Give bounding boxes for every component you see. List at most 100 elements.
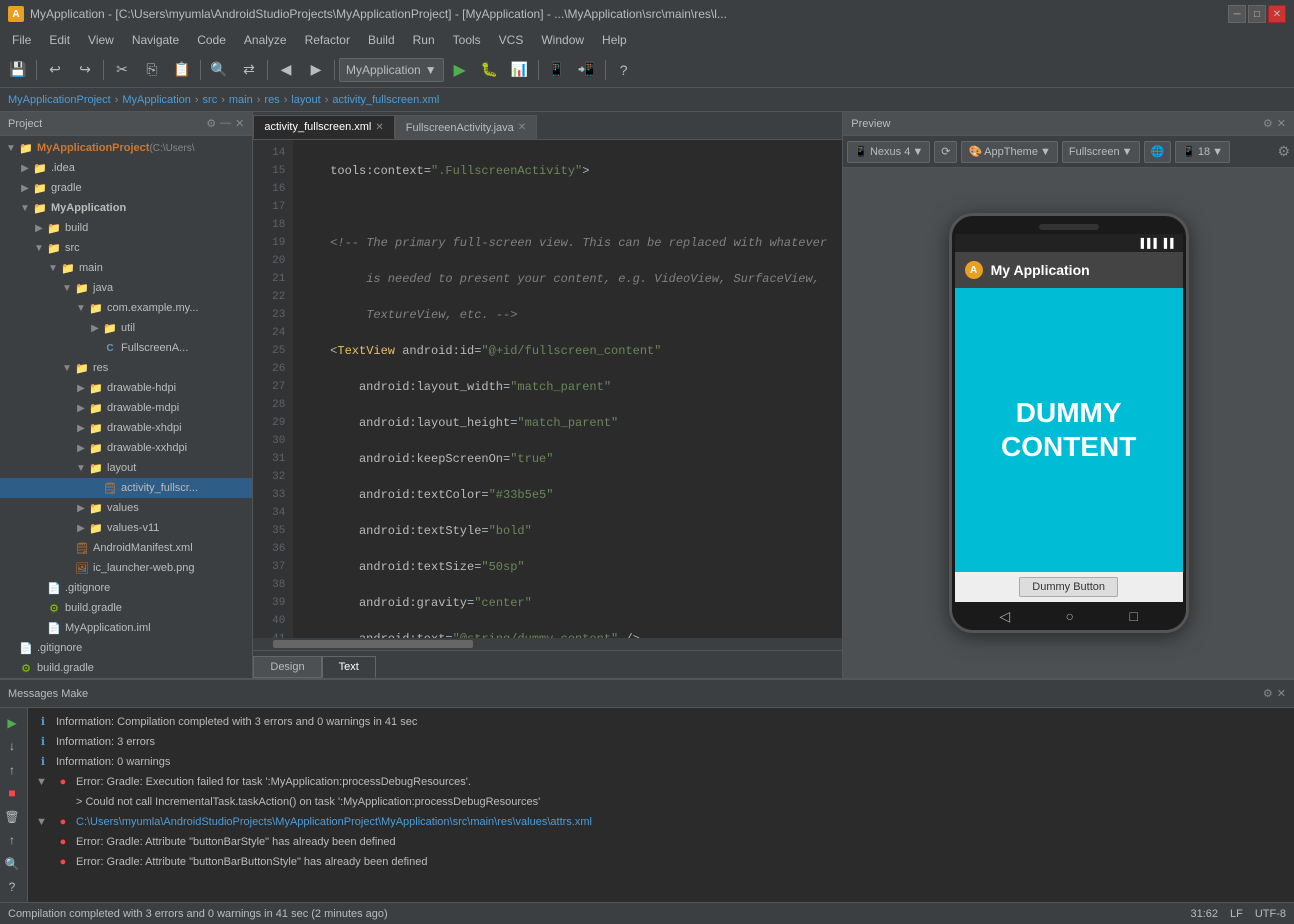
toolbar-undo[interactable]: ↩	[41, 56, 69, 84]
messages-settings-icon[interactable]: ⚙	[1263, 687, 1273, 700]
tree-item-package[interactable]: ▼ 📁 com.example.my...	[0, 298, 252, 318]
tree-item-gradle[interactable]: ▶ 📁 gradle	[0, 178, 252, 198]
tree-item-drawable-xxhdpi[interactable]: ▶ 📁 drawable-xxhdpi	[0, 438, 252, 458]
api-dropdown[interactable]: 📱 18 ▼	[1175, 141, 1230, 163]
bc-src[interactable]: src	[203, 94, 218, 106]
bc-app[interactable]: MyApplication	[122, 94, 190, 106]
menu-code[interactable]: Code	[189, 31, 234, 49]
msg-clear-btn[interactable]: 🗑	[1, 809, 23, 825]
toolbar-profile[interactable]: 📊	[506, 56, 534, 84]
project-collapse-icon[interactable]: —	[220, 117, 231, 130]
menu-edit[interactable]: Edit	[41, 31, 78, 49]
msg-stop-btn[interactable]: ■	[1, 786, 23, 802]
tree-item-iml[interactable]: 📄 MyApplication.iml	[0, 618, 252, 638]
encoding[interactable]: UTF-8	[1255, 908, 1286, 920]
msg-jump-prev[interactable]: ↑	[1, 762, 23, 778]
tree-item-fullscreen-java[interactable]: C FullscreenA...	[0, 338, 252, 358]
bc-main[interactable]: main	[229, 94, 253, 106]
locale-btn[interactable]: 🌐	[1144, 141, 1172, 163]
menu-view[interactable]: View	[80, 31, 122, 49]
tree-item-drawable-hdpi[interactable]: ▶ 📁 drawable-hdpi	[0, 378, 252, 398]
project-close-icon[interactable]: ✕	[235, 117, 244, 130]
menu-refactor[interactable]: Refactor	[297, 31, 358, 49]
bc-project[interactable]: MyApplicationProject	[8, 94, 111, 106]
tree-item-res[interactable]: ▼ 📁 res	[0, 358, 252, 378]
bc-res[interactable]: res	[264, 94, 279, 106]
msg-filter-btn[interactable]: 🔍	[1, 856, 23, 872]
toolbar-find[interactable]: 🔍	[205, 56, 233, 84]
project-settings-icon[interactable]: ⚙	[206, 117, 216, 130]
device-dropdown[interactable]: 📱 Nexus 4 ▼	[847, 141, 930, 163]
menu-window[interactable]: Window	[533, 31, 592, 49]
scrollbar-thumb[interactable]	[273, 640, 473, 648]
toolbar-help[interactable]: ?	[610, 56, 638, 84]
expand-icon[interactable]: ▼	[36, 814, 50, 830]
theme-dropdown[interactable]: 🎨 AppTheme ▼	[961, 141, 1057, 163]
toolbar-run-config[interactable]: MyApplication ▼	[339, 58, 444, 82]
tree-item-launcher[interactable]: 🖼 ic_launcher-web.png	[0, 558, 252, 578]
minimize-button[interactable]: ─	[1228, 5, 1246, 23]
preview-settings-icon[interactable]: ⚙	[1277, 143, 1290, 160]
expand-icon[interactable]: ▼	[36, 774, 50, 790]
layout-dropdown[interactable]: Fullscreen ▼	[1062, 141, 1140, 163]
tree-item-build-gradle-app[interactable]: ⚙ build.gradle	[0, 598, 252, 618]
msg-help-btn[interactable]: ?	[1, 880, 23, 896]
bc-layout[interactable]: layout	[291, 94, 320, 106]
close-button[interactable]: ✕	[1268, 5, 1286, 23]
horizontal-scrollbar[interactable]	[253, 638, 842, 650]
menu-tools[interactable]: Tools	[445, 31, 489, 49]
menu-file[interactable]: File	[4, 31, 39, 49]
preview-settings-icon[interactable]: ⚙	[1263, 117, 1273, 130]
menu-help[interactable]: Help	[594, 31, 635, 49]
msg-run-btn[interactable]: ▶	[1, 715, 23, 731]
tree-item-layout[interactable]: ▼ 📁 layout	[0, 458, 252, 478]
tree-item-manifest[interactable]: 🗒 AndroidManifest.xml	[0, 538, 252, 558]
menu-build[interactable]: Build	[360, 31, 403, 49]
tree-item-main[interactable]: ▼ 📁 main	[0, 258, 252, 278]
tab-close-icon[interactable]: ✕	[375, 122, 383, 133]
toolbar-paste[interactable]: 📋	[168, 56, 196, 84]
msg-jump-next[interactable]: ↓	[1, 739, 23, 755]
toolbar-run[interactable]: ▶	[446, 56, 474, 84]
menu-vcs[interactable]: VCS	[491, 31, 532, 49]
tab-design[interactable]: Design	[253, 656, 321, 678]
cursor-position[interactable]: 31:62	[1190, 908, 1218, 920]
toolbar-replace[interactable]: ⇄	[235, 56, 263, 84]
tree-item-values[interactable]: ▶ 📁 values	[0, 498, 252, 518]
toolbar-avd[interactable]: 📲	[573, 56, 601, 84]
tree-item-gitignore-app[interactable]: 📄 .gitignore	[0, 578, 252, 598]
orientation-btn[interactable]: ⟳	[934, 141, 957, 163]
maximize-button[interactable]: □	[1248, 5, 1266, 23]
toolbar-sdk-manager[interactable]: 📱	[543, 56, 571, 84]
tree-item-src[interactable]: ▼ 📁 src	[0, 238, 252, 258]
tab-activity-xml[interactable]: activity_fullscreen.xml ✕	[253, 115, 394, 139]
line-ending[interactable]: LF	[1230, 908, 1243, 920]
tree-item-myapp[interactable]: ▼ 📁 MyApplication	[0, 198, 252, 218]
tree-item-java[interactable]: ▼ 📁 java	[0, 278, 252, 298]
toolbar-debug[interactable]: 🐛	[476, 56, 504, 84]
toolbar-forward[interactable]: ▶	[302, 56, 330, 84]
tree-item-drawable-xhdpi[interactable]: ▶ 📁 drawable-xhdpi	[0, 418, 252, 438]
tab-close-icon[interactable]: ✕	[518, 122, 526, 133]
preview-close-icon[interactable]: ✕	[1277, 117, 1286, 130]
toolbar-save[interactable]: 💾	[4, 56, 32, 84]
tree-item-idea[interactable]: ▶ 📁 .idea	[0, 158, 252, 178]
menu-analyze[interactable]: Analyze	[236, 31, 295, 49]
tab-fullscreen-java[interactable]: FullscreenActivity.java ✕	[395, 115, 537, 139]
toolbar-redo[interactable]: ↪	[71, 56, 99, 84]
tree-item-util[interactable]: ▶ 📁 util	[0, 318, 252, 338]
toolbar-cut[interactable]: ✂	[108, 56, 136, 84]
menu-navigate[interactable]: Navigate	[124, 31, 187, 49]
msg-export-btn[interactable]: ↑	[1, 833, 23, 849]
tree-item-gitignore-root[interactable]: 📄 .gitignore	[0, 638, 252, 658]
messages-close-icon[interactable]: ✕	[1277, 687, 1286, 700]
tree-item-activity-xml[interactable]: 🗒 activity_fullscr...	[0, 478, 252, 498]
toolbar-back[interactable]: ◀	[272, 56, 300, 84]
toolbar-copy[interactable]: ⎘	[138, 56, 166, 84]
tree-item-drawable-mdpi[interactable]: ▶ 📁 drawable-mdpi	[0, 398, 252, 418]
bc-file[interactable]: activity_fullscreen.xml	[332, 94, 439, 106]
tab-text[interactable]: Text	[322, 656, 376, 678]
tree-item-build-gradle-root[interactable]: ⚙ build.gradle	[0, 658, 252, 678]
code-editor[interactable]: tools:context=".FullscreenActivity"> <!-…	[293, 140, 842, 638]
tree-item-root[interactable]: ▼ 📁 MyApplicationProject (C:\Users\	[0, 138, 252, 158]
